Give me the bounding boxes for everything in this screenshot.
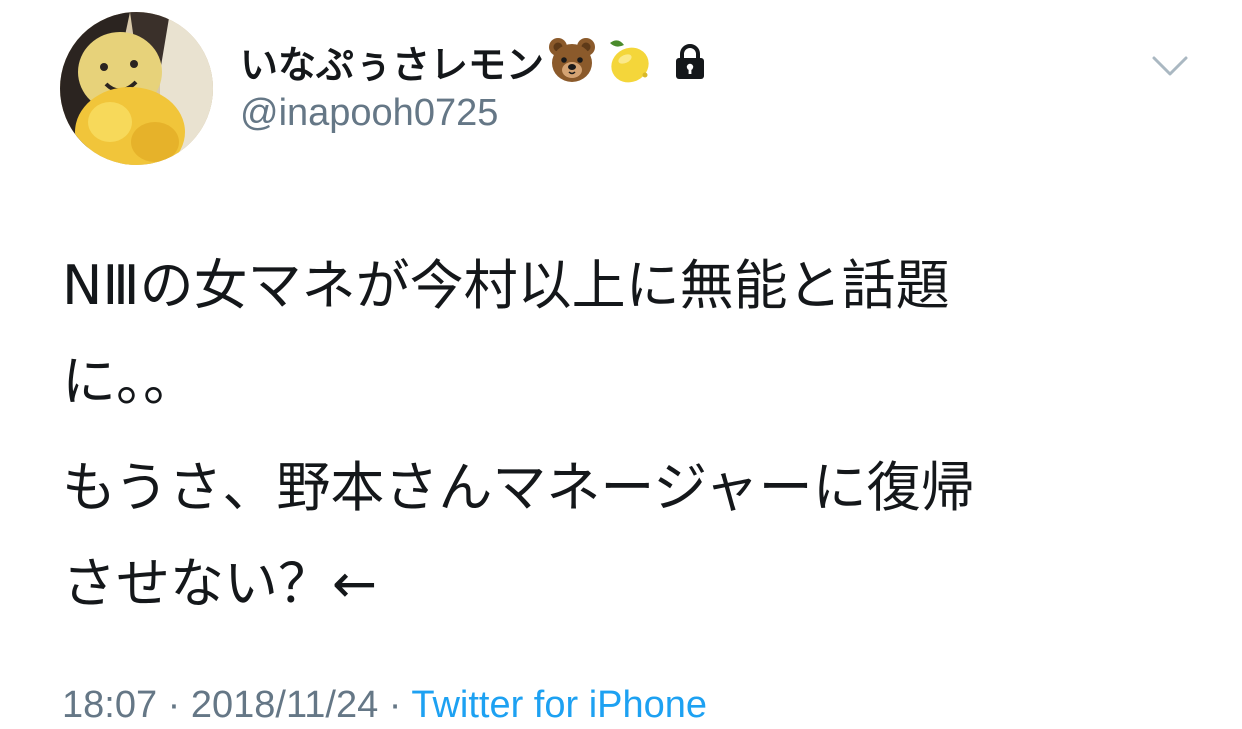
display-name[interactable]: いなぷぅさレモン <box>240 34 544 89</box>
tweet-line: に。。 <box>62 350 197 413</box>
meta-separator: · <box>157 684 191 726</box>
avatar-image <box>60 12 213 165</box>
tweet-metadata: 18:07 · 2018/11/24 · Twitter for iPhone <box>62 684 707 729</box>
tweet-line: NⅢの女マネが今村以上に無能と話題 <box>62 254 950 317</box>
user-handle[interactable]: @inapooh0725 <box>240 92 498 135</box>
user-display-name-row[interactable]: いなぷぅさレモン <box>240 34 710 88</box>
tweet-time: 18:07 <box>62 684 158 726</box>
lock-icon <box>670 41 710 81</box>
meta-separator: · <box>378 684 412 726</box>
lemon-emoji-icon <box>600 35 652 87</box>
bear-emoji-icon <box>546 35 598 87</box>
tweet-date: 2018/11/24 <box>190 684 379 726</box>
tweet-line: させない？← <box>62 552 378 615</box>
tweet-paragraph: もうさ、野本さんマネージャーに復帰 させない？← <box>62 440 1202 632</box>
tweet-menu-button[interactable] <box>1150 52 1190 80</box>
tweet-source-link[interactable]: Twitter for iPhone <box>411 684 707 726</box>
tweet-line: もうさ、野本さんマネージャーに復帰 <box>62 456 975 519</box>
tweet-text: NⅢの女マネが今村以上に無能と話題 に。。 もうさ、野本さんマネージャーに復帰 … <box>62 238 1202 632</box>
avatar[interactable] <box>60 12 213 165</box>
chevron-down-icon <box>1152 56 1188 76</box>
tweet-paragraph: NⅢの女マネが今村以上に無能と話題 に。。 <box>62 238 1202 430</box>
